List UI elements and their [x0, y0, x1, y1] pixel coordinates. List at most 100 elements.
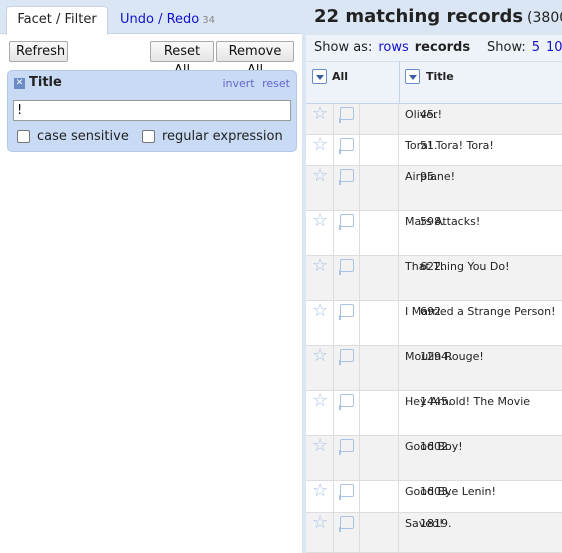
row-title[interactable]: Airplane! [405, 170, 455, 183]
table-row: ☆ 1819. Saved! [306, 513, 562, 553]
flag-cell [334, 135, 360, 165]
row-title[interactable]: Moulin Rouge! [405, 350, 484, 363]
refresh-button[interactable]: Refresh [9, 41, 68, 62]
row-number-cell: 45. [360, 104, 438, 134]
flag-icon[interactable] [339, 138, 354, 154]
row-title[interactable]: Good Boy! [405, 440, 463, 453]
close-icon[interactable]: ✕ [14, 78, 25, 89]
star-icon[interactable]: ☆ [312, 105, 328, 123]
row-title[interactable]: Oliver! [405, 108, 442, 121]
flag-cell [334, 436, 360, 480]
flag-icon[interactable] [339, 304, 354, 320]
flag-cell [334, 301, 360, 345]
left-tab-bar: Facet / Filter Undo / Redo 34 [0, 0, 302, 35]
case-sensitive-checkbox[interactable] [17, 130, 30, 143]
star-cell: ☆ [306, 346, 334, 390]
show-as-label: Show as: [314, 40, 373, 55]
facet-search-input[interactable] [13, 100, 291, 121]
flag-icon[interactable] [339, 394, 354, 410]
flag-icon[interactable] [339, 439, 354, 455]
star-icon[interactable]: ☆ [312, 257, 328, 275]
table-row: ☆ 692. I Married a Strange Person! [306, 301, 562, 346]
flag-icon[interactable] [339, 107, 354, 123]
all-column-dropdown-icon[interactable] [312, 69, 327, 84]
star-icon[interactable]: ☆ [312, 212, 328, 230]
star-cell: ☆ [306, 513, 334, 552]
star-cell: ☆ [306, 256, 334, 300]
flag-icon[interactable] [339, 214, 354, 230]
flag-icon[interactable] [339, 484, 354, 500]
page-size-10-link[interactable]: 10 [546, 40, 562, 55]
reset-all-button[interactable]: Reset All [150, 41, 214, 78]
tab-undo-redo[interactable]: Undo / Redo 34 [120, 7, 215, 34]
total-records-label: (3800 total) [527, 10, 562, 26]
flag-cell [334, 166, 360, 210]
row-title[interactable]: Mars Attacks! [405, 215, 480, 228]
star-icon[interactable]: ☆ [312, 347, 328, 365]
table-row: ☆ 1602. Good Boy! [306, 436, 562, 481]
column-divider [399, 62, 400, 104]
show-as-records-option: records [414, 40, 471, 55]
column-header-row: All Title [306, 62, 562, 104]
star-icon[interactable]: ☆ [312, 514, 328, 532]
star-icon[interactable]: ☆ [312, 392, 328, 410]
page-size-controls: Show: 5 10 [487, 40, 562, 55]
flag-cell [334, 391, 360, 435]
table-row: ☆ 1294. Moulin Rouge! [306, 346, 562, 391]
flag-cell [334, 481, 360, 512]
flag-icon[interactable] [339, 516, 354, 532]
row-title[interactable]: Tora! Tora! Tora! [405, 139, 494, 152]
title-column-dropdown-icon[interactable] [405, 69, 420, 84]
row-number-cell: 1294. [360, 346, 452, 390]
row-number-cell: 598. [360, 211, 445, 255]
row-title[interactable]: I Married a Strange Person! [405, 305, 556, 318]
view-options-bar: Show as: rows records Show: 5 10 [306, 35, 562, 62]
star-cell: ☆ [306, 166, 334, 210]
row-number-cell: 1602. [360, 436, 452, 480]
star-cell: ☆ [306, 135, 334, 165]
table-row: ☆ 1603. Good Bye Lenin! [306, 481, 562, 513]
tab-facet-filter[interactable]: Facet / Filter [6, 6, 108, 35]
row-title[interactable]: That Thing You Do! [405, 260, 510, 273]
flag-cell [334, 104, 360, 134]
row-number-cell: 95. [360, 166, 438, 210]
star-icon[interactable]: ☆ [312, 167, 328, 185]
star-cell: ☆ [306, 301, 334, 345]
remove-all-button[interactable]: Remove All [216, 41, 294, 78]
star-icon[interactable]: ☆ [312, 302, 328, 320]
regular-expression-checkbox[interactable] [142, 130, 155, 143]
show-label: Show: [487, 40, 526, 55]
column-header-all: All [332, 70, 349, 83]
row-title[interactable]: Saved! [405, 517, 443, 530]
show-as-rows-link[interactable]: rows [378, 40, 408, 55]
row-number-cell: 1603. [360, 481, 452, 512]
star-icon[interactable]: ☆ [312, 482, 328, 500]
regular-expression-label: regular expression [162, 129, 283, 144]
column-header-title: Title [426, 70, 454, 83]
flag-cell [334, 346, 360, 390]
flag-icon[interactable] [339, 259, 354, 275]
left-panel: Facet / Filter Undo / Redo 34 Refresh Res… [0, 0, 302, 553]
summary-bar: 22 matching records(3800 total) [306, 0, 562, 35]
table-row: ☆ 1445. Hey Arnold! The Movie [306, 391, 562, 436]
flag-icon[interactable] [339, 169, 354, 185]
row-title[interactable]: Hey Arnold! The Movie [405, 395, 530, 408]
table-row: ☆ 622. That Thing You Do! [306, 256, 562, 301]
row-number-cell: 1445. [360, 391, 452, 435]
star-cell: ☆ [306, 436, 334, 480]
title-text-facet: ✕ Title invert reset case sensitive regu… [7, 70, 297, 152]
facet-links: invert reset [218, 77, 290, 90]
row-title[interactable]: Good Bye Lenin! [405, 485, 496, 498]
table-row: ☆ 95. Airplane! [306, 166, 562, 211]
star-cell: ☆ [306, 211, 334, 255]
invert-link[interactable]: invert [222, 77, 254, 90]
tab-undo-redo-label: Undo / Redo [120, 12, 200, 27]
star-icon[interactable]: ☆ [312, 437, 328, 455]
case-sensitive-option[interactable]: case sensitive [17, 129, 129, 144]
page-size-5-link[interactable]: 5 [532, 40, 540, 55]
regular-expression-option[interactable]: regular expression [142, 129, 283, 144]
reset-link[interactable]: reset [262, 77, 290, 90]
star-cell: ☆ [306, 391, 334, 435]
flag-icon[interactable] [339, 349, 354, 365]
star-icon[interactable]: ☆ [312, 136, 328, 154]
